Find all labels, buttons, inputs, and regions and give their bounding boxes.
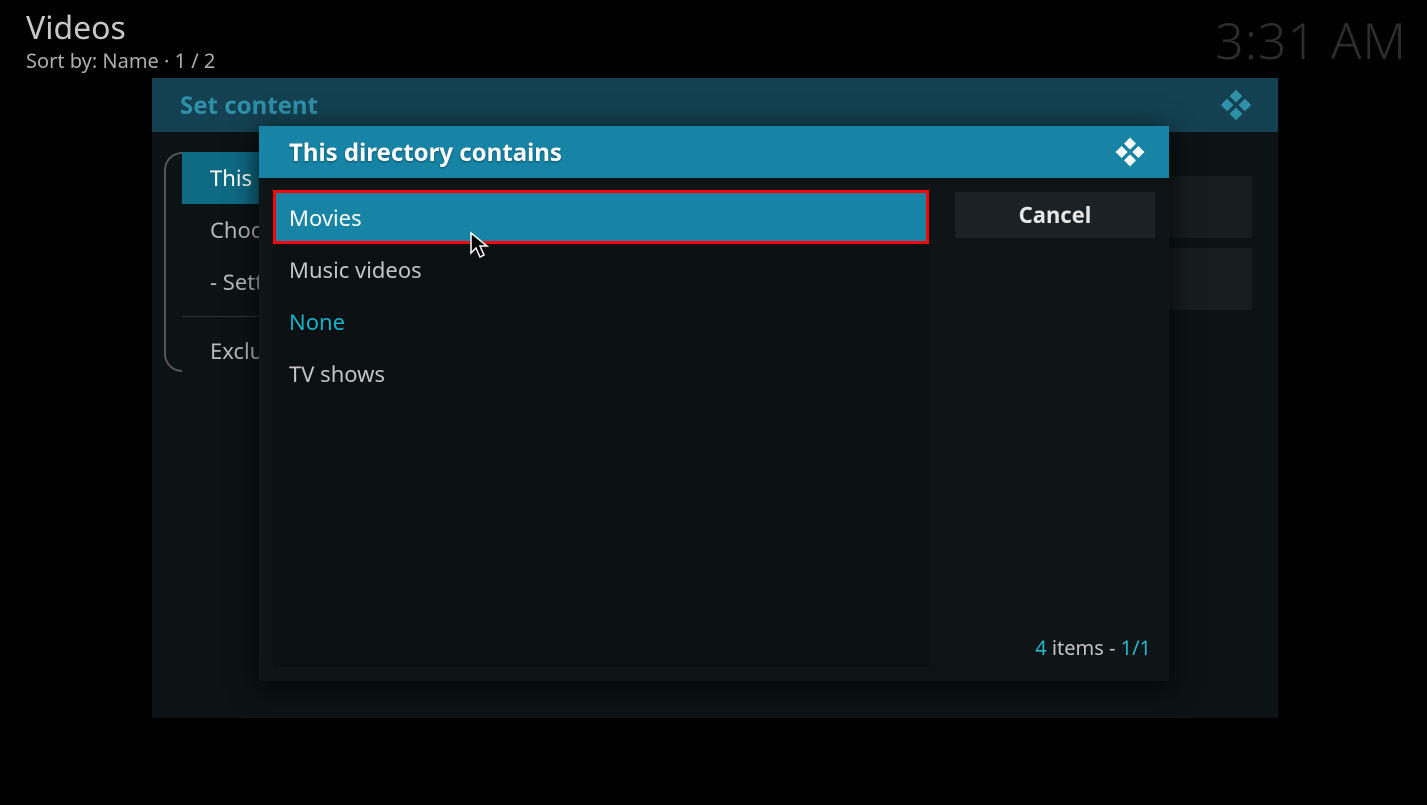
group-bracket xyxy=(164,152,182,372)
kodi-logo-icon xyxy=(1218,87,1254,123)
option-movies[interactable]: Movies xyxy=(273,192,929,244)
kodi-logo-icon xyxy=(1113,135,1147,169)
cancel-button[interactable]: Cancel xyxy=(955,192,1155,238)
option-none[interactable]: None xyxy=(273,296,929,348)
section-title: Videos xyxy=(26,6,1407,49)
sort-info[interactable]: Sort by: Name · 1 / 2 xyxy=(26,47,1407,74)
content-type-list: Movies Music videos None TV shows xyxy=(273,192,929,667)
directory-contains-header: This directory contains xyxy=(259,126,1169,178)
clock: 3:31 AM xyxy=(1215,6,1407,74)
count-word: items - xyxy=(1047,634,1121,661)
set-content-header: Set content xyxy=(152,78,1278,132)
set-content-title: Set content xyxy=(180,89,318,122)
count-number: 4 xyxy=(1035,634,1046,661)
directory-contains-dialog: This directory contains Movies Music vid… xyxy=(259,126,1169,681)
directory-contains-right: Cancel 4 items - 1/1 xyxy=(955,192,1155,667)
header-bar: Videos Sort by: Name · 1 / 2 3:31 AM xyxy=(26,6,1407,74)
count-page: 1/1 xyxy=(1121,634,1151,661)
item-count: 4 items - 1/1 xyxy=(955,634,1155,667)
option-music-videos[interactable]: Music videos xyxy=(273,244,929,296)
option-tv-shows[interactable]: TV shows xyxy=(273,348,929,400)
directory-contains-title: This directory contains xyxy=(289,136,562,169)
